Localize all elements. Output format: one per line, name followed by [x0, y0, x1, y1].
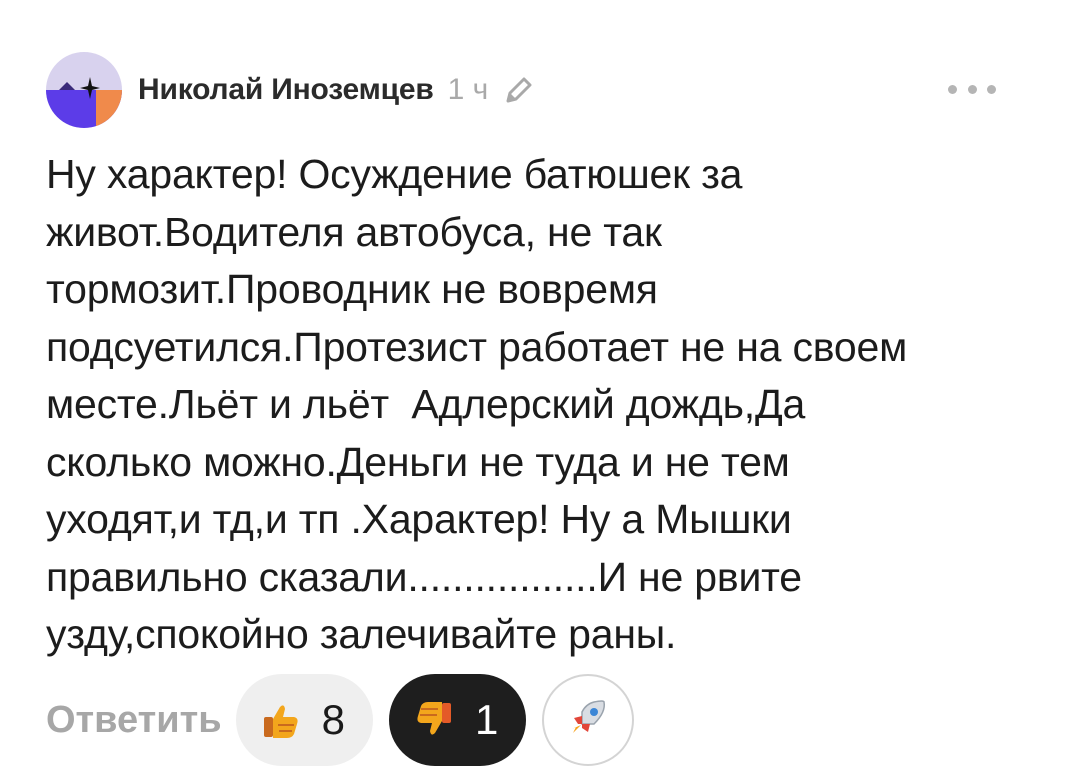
comment-card: Николай Иноземцев 1 ч Ну характер! Осужд…: [0, 0, 1080, 777]
rocket-icon: [564, 694, 612, 747]
avatar[interactable]: [46, 52, 122, 128]
more-dots-icon[interactable]: [948, 72, 996, 106]
like-count: 8: [321, 696, 345, 743]
comment-text: Ну характер! Осуждение батюшек за живот.…: [46, 151, 908, 657]
dislike-button[interactable]: 1: [388, 674, 527, 766]
reply-button[interactable]: Ответить: [46, 699, 222, 742]
boost-button[interactable]: [542, 674, 635, 766]
comment-header: Николай Иноземцев 1 ч: [46, 50, 1036, 130]
comment-time: 1 ч: [447, 73, 489, 106]
author-name[interactable]: Николай Иноземцев: [138, 73, 434, 107]
avatar-image: [46, 52, 122, 128]
comment-actions: Ответить 8 1: [46, 672, 635, 768]
thumbs-down-icon: [411, 697, 457, 743]
pencil-icon: [502, 73, 536, 107]
like-button[interactable]: 8: [235, 674, 373, 766]
thumbs-up-icon: [258, 697, 304, 743]
dislike-count: 1: [474, 696, 499, 743]
